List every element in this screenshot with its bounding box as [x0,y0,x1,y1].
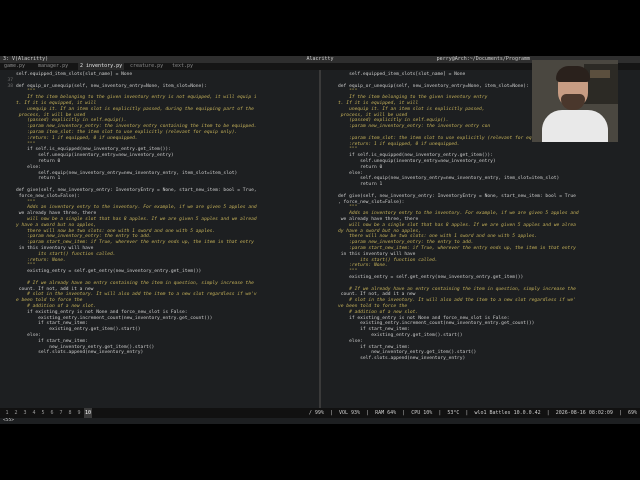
line-number: 37 [7,77,13,83]
webcam-overlay [532,60,618,142]
tab-manager[interactable]: manager.py [38,63,68,70]
line-number: 38 [7,83,13,89]
command-text: <55> [3,418,15,423]
workspace-5[interactable]: 5 [39,408,47,418]
code-line[interactable]: return 1 [338,182,382,188]
code-line[interactable]: return 1 [16,176,60,182]
code-line[interactable]: self.equipped_item_slots[slot_name] = No… [338,72,465,78]
second-window-title: perry@Arch:~/Documents/Programm [436,56,530,62]
code-line[interactable]: def equip_or_unequip(self, new_inventory… [16,84,207,90]
tab-text[interactable]: text.py [172,63,193,70]
workspace-4[interactable]: 4 [30,408,38,418]
code-line[interactable]: def equip_or_unequip(self, new_inventory… [338,84,529,90]
code-line[interactable]: existing_entry = self.get_entry(new_inve… [16,269,201,275]
system-info: / 99% | VOL 93% | RAM 64% | CPU 10% | 53… [308,410,637,416]
code-line[interactable]: existing_entry = self.get_entry(new_inve… [338,275,523,281]
left-editor-pane[interactable]: 37 38 self.equipped_item_slots[slot_name]… [0,70,318,410]
workspace-6[interactable]: 6 [48,408,56,418]
webcam-person-body [542,110,608,142]
system-bar: 1 2 3 4 5 6 7 8 9 10 / 99% | VOL 93% | RAM 64% | … [0,408,640,418]
tab-game[interactable]: game.py [4,63,25,70]
line-number-gutter: 37 38 [0,70,14,410]
split-divider[interactable] [319,70,321,410]
code-line[interactable]: self.slots.append(new_inventory_entry) [338,356,465,362]
workspace-10[interactable]: 10 [84,408,92,418]
line-number-gutter [322,70,336,410]
workspace-7[interactable]: 7 [57,408,65,418]
workspace-9[interactable]: 9 [75,408,83,418]
code-line[interactable]: self.equipped_item_slots[slot_name] = No… [16,72,132,78]
webcam-shelf-item [590,70,610,78]
tab-creature[interactable]: creature.py [130,63,163,70]
vim-command-line[interactable]: <55> [0,417,640,424]
workspace-3[interactable]: 3 [21,408,29,418]
code-area[interactable]: self.equipped_item_slots[slot_name] = No… [16,70,318,410]
code-line[interactable]: :param new_inventory_entry: the inventor… [338,124,490,130]
tab-inventory[interactable]: 2 inventory.py [78,63,125,70]
webcam-person-hair [556,66,590,82]
code-line[interactable]: self.slots.append(new_inventory_entry) [16,350,143,356]
workspace-1[interactable]: 1 [3,408,11,418]
workspace-8[interactable]: 8 [66,408,74,418]
workspace-2[interactable]: 2 [12,408,20,418]
